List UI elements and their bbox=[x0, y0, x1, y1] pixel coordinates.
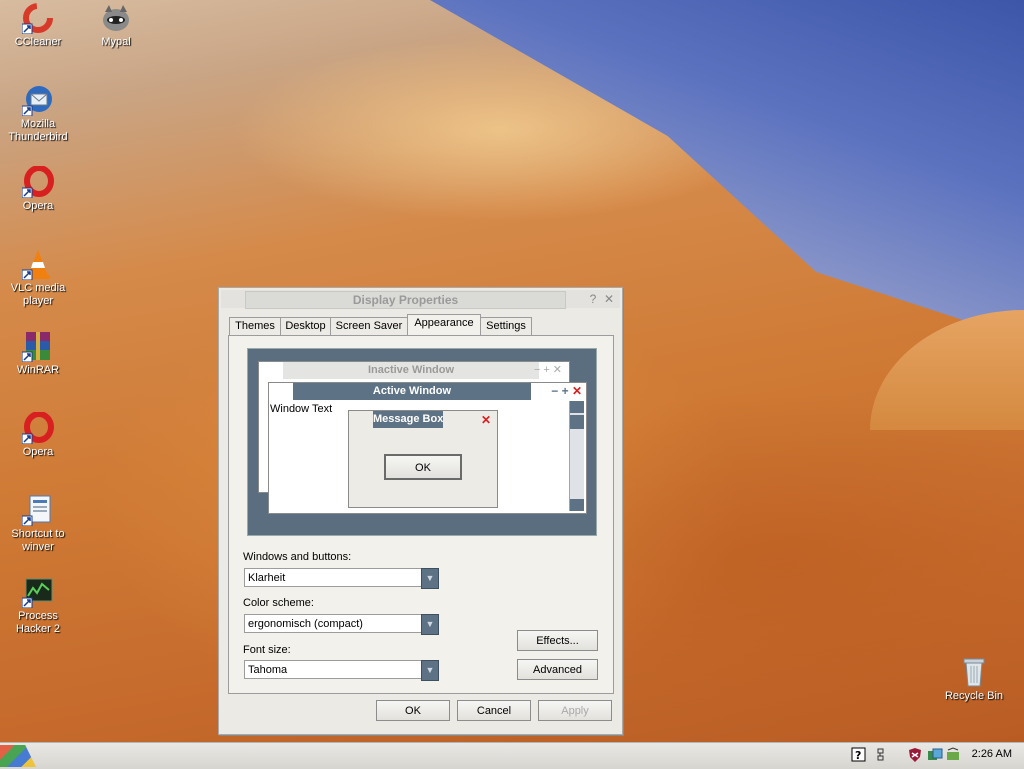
window-text-sample: Window Text bbox=[270, 403, 333, 415]
opera-icon bbox=[21, 165, 54, 199]
desktop-icon-opera[interactable]: Opera bbox=[0, 165, 76, 213]
computer-tray-icon[interactable] bbox=[927, 747, 943, 763]
desktop-icon-label: Opera bbox=[22, 200, 54, 212]
desktop-icon-label: VLC media player bbox=[10, 282, 66, 307]
effects-button[interactable]: Effects... bbox=[517, 630, 598, 651]
display-properties-window[interactable]: Display Properties ? ✕ Themes Desktop Sc… bbox=[218, 287, 623, 735]
font-size-select[interactable]: Tahoma ▼ bbox=[244, 660, 439, 681]
desktop-icon-winver[interactable]: Shortcut to winver bbox=[0, 494, 76, 554]
title-bar[interactable]: Display Properties ? ✕ bbox=[221, 290, 620, 309]
chevron-down-icon[interactable]: ▼ bbox=[421, 568, 439, 589]
process-hacker-icon bbox=[21, 576, 54, 609]
appearance-panel: Inactive Window −+✕ Active Window − + ✕ … bbox=[228, 335, 614, 694]
inactive-window-controls: −+✕ bbox=[533, 364, 565, 376]
start-button[interactable] bbox=[0, 745, 36, 767]
svg-text:?: ? bbox=[855, 749, 861, 762]
close-button[interactable]: ✕ bbox=[602, 292, 616, 306]
message-box-ok-button: OK bbox=[384, 454, 462, 480]
chevron-down-icon[interactable]: ▼ bbox=[421, 614, 439, 635]
window-title: Display Properties bbox=[245, 291, 566, 309]
color-scheme-select[interactable]: ergonomisch (compact) ▼ bbox=[244, 614, 439, 635]
desktop-icon-label: Opera bbox=[22, 446, 54, 458]
ccleaner-icon bbox=[21, 2, 54, 35]
desktop-icon-ccleaner[interactable]: CCleaner bbox=[0, 2, 76, 49]
desktop-icon-thunderbird[interactable]: Mozilla Thunderbird bbox=[0, 84, 76, 144]
apply-button[interactable]: Apply bbox=[538, 700, 612, 721]
desktop-icon-vlc[interactable]: VLC media player bbox=[0, 248, 76, 308]
chevron-down-icon[interactable]: ▼ bbox=[421, 660, 439, 681]
desktop-icon-label: Mypal bbox=[101, 36, 131, 48]
clock[interactable]: 2:26 AM bbox=[972, 748, 1012, 760]
active-window-controls: − + ✕ bbox=[551, 384, 582, 398]
tab-desktop[interactable]: Desktop bbox=[280, 317, 331, 335]
help-button[interactable]: ? bbox=[586, 292, 600, 306]
windows-buttons-value: Klarheit bbox=[248, 572, 286, 584]
vlc-cone-icon bbox=[21, 248, 54, 281]
shield-icon[interactable] bbox=[907, 747, 923, 763]
desktop-icon-label: Process Hacker 2 bbox=[15, 610, 61, 635]
tab-themes[interactable]: Themes bbox=[229, 317, 281, 335]
recycle-bin-icon bbox=[958, 656, 990, 688]
windows-buttons-select[interactable]: Klarheit ▼ bbox=[244, 568, 439, 589]
network-tray-icon[interactable] bbox=[874, 747, 890, 763]
dune bbox=[870, 310, 1024, 430]
font-size-label: Font size: bbox=[243, 644, 291, 656]
desktop-icon-process-hacker[interactable]: Process Hacker 2 bbox=[0, 576, 76, 636]
font-size-value: Tahoma bbox=[248, 664, 288, 676]
advanced-button[interactable]: Advanced bbox=[517, 659, 598, 680]
appearance-preview: Inactive Window −+✕ Active Window − + ✕ … bbox=[247, 348, 597, 536]
winrar-icon bbox=[21, 330, 54, 363]
preview-message-box: Message Box ✕ OK bbox=[348, 410, 498, 508]
tab-settings[interactable]: Settings bbox=[480, 317, 532, 335]
tab-appearance[interactable]: Appearance bbox=[407, 314, 481, 336]
cancel-button[interactable]: Cancel bbox=[457, 700, 531, 721]
ok-button[interactable]: OK bbox=[376, 700, 450, 721]
windows-buttons-label: Windows and buttons: bbox=[243, 551, 352, 563]
mypal-icon bbox=[100, 2, 132, 34]
active-window-title: Active Window bbox=[293, 383, 531, 400]
taskbar: ? 2:26 AM bbox=[0, 742, 1024, 769]
message-box-title: Message Box bbox=[373, 411, 443, 428]
opera-icon bbox=[21, 411, 54, 445]
desktop-icon-label: Shortcut to winver bbox=[11, 528, 65, 553]
preview-scrollbar bbox=[569, 401, 584, 511]
desktop-icon-winrar[interactable]: WinRAR bbox=[0, 330, 76, 377]
thunderbird-icon bbox=[21, 84, 54, 117]
winver-icon bbox=[21, 494, 54, 527]
inactive-window-title: Inactive Window bbox=[283, 362, 539, 379]
desktop-icon-label: CCleaner bbox=[14, 36, 62, 48]
desktop-icon-label: Recycle Bin bbox=[944, 690, 1004, 702]
desktop-icon-label: WinRAR bbox=[16, 364, 60, 376]
desktop-icon-opera-2[interactable]: Opera bbox=[0, 411, 76, 459]
message-box-close-icon: ✕ bbox=[480, 413, 491, 427]
color-scheme-label: Color scheme: bbox=[243, 597, 314, 609]
desktop-icon-recycle-bin[interactable]: Recycle Bin bbox=[936, 656, 1012, 703]
desktop-icon-mypal[interactable]: Mypal bbox=[78, 2, 154, 49]
color-scheme-value: ergonomisch (compact) bbox=[248, 618, 363, 630]
safely-remove-tray-icon[interactable] bbox=[945, 747, 961, 763]
tab-screen-saver[interactable]: Screen Saver bbox=[330, 317, 408, 335]
help-tray-icon[interactable]: ? bbox=[851, 747, 867, 763]
desktop-icon-label: Mozilla Thunderbird bbox=[8, 118, 68, 143]
